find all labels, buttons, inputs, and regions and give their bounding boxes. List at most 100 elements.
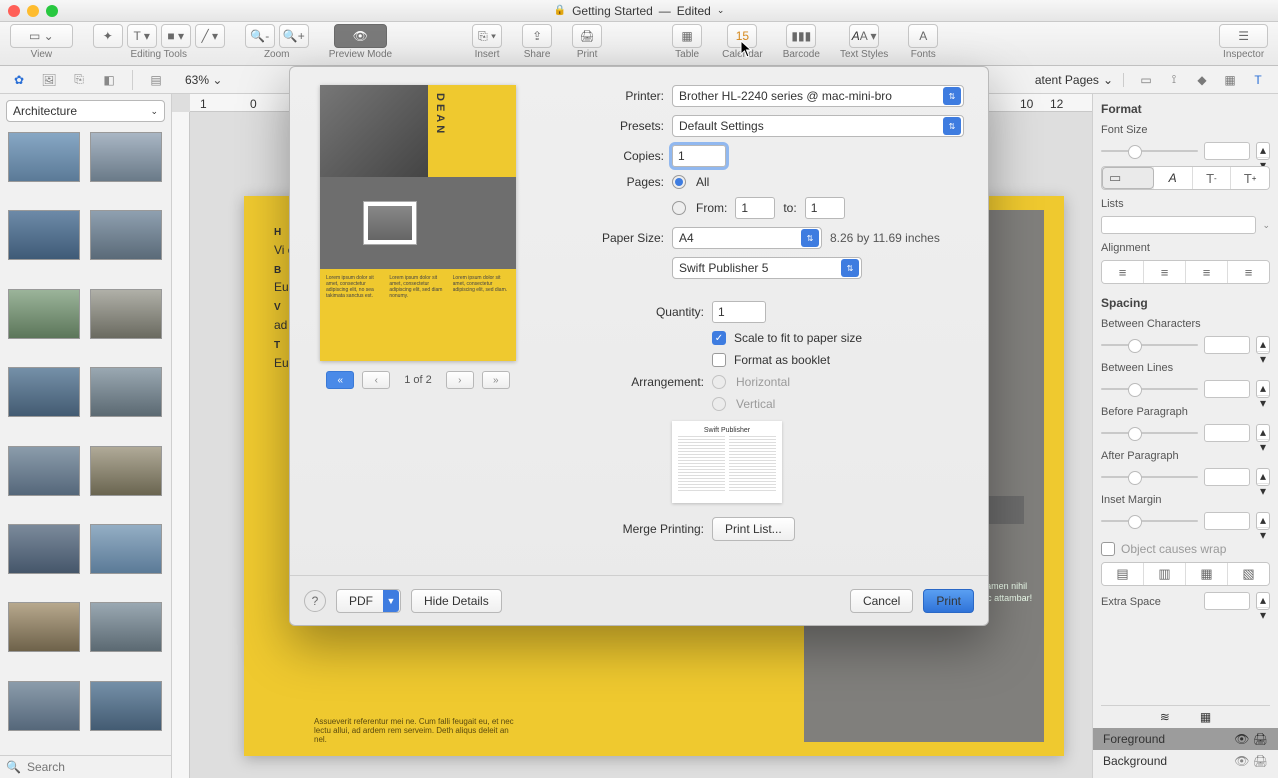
thumbnail-item[interactable] (90, 602, 162, 652)
smart-shapes-tab-icon[interactable]: ◧ (100, 71, 118, 89)
arr-vertical-radio[interactable] (712, 397, 726, 411)
after-para-field[interactable] (1204, 468, 1250, 486)
fonts-button[interactable]: A (908, 24, 938, 48)
after-para-stepper[interactable]: ▴▾ (1256, 468, 1270, 486)
preview-mode-button[interactable]: 👁 (334, 24, 387, 48)
zoom-out-button[interactable]: 🔍- (245, 24, 275, 48)
wrap-around-button[interactable]: ▥ (1144, 563, 1186, 585)
layers-tab-icon[interactable]: ≋ (1160, 710, 1170, 724)
thumbnail-item[interactable] (90, 210, 162, 260)
inset-margin-slider[interactable] (1101, 513, 1198, 529)
zoom-readout[interactable]: 63% ⌄ (185, 73, 222, 87)
before-para-field[interactable] (1204, 424, 1250, 442)
grid-tab-icon[interactable]: ▦ (1200, 710, 1211, 724)
align-center-button[interactable]: ≡ (1144, 261, 1186, 283)
pages-thumbnails-icon[interactable]: ▤ (147, 71, 165, 89)
inspector-tab-fill-icon[interactable]: ▦ (1218, 70, 1242, 90)
inset-margin-stepper[interactable]: ▴▾ (1256, 512, 1270, 530)
thumbnail-item[interactable] (8, 446, 80, 496)
thumbnail-item[interactable] (90, 132, 162, 182)
barcode-button[interactable]: ▮▮▮ (786, 24, 816, 48)
calendar-button[interactable]: 15 (727, 24, 757, 48)
merge-printlist-button[interactable]: Print List... (712, 517, 795, 541)
shape-tool-button[interactable]: ■ ▾ (161, 24, 191, 48)
align-left-button[interactable]: ≡ (1102, 261, 1144, 283)
papersize-select[interactable]: A4⇅ (672, 227, 822, 249)
thumbnail-item[interactable] (90, 446, 162, 496)
extra-space-stepper[interactable]: ▴▾ (1256, 592, 1270, 610)
arr-horizontal-radio[interactable] (712, 375, 726, 389)
thumbnail-item[interactable] (8, 132, 80, 182)
style-italic-button[interactable]: A (1154, 167, 1193, 189)
inspector-tab-geometry-icon[interactable]: ⟟ (1162, 70, 1186, 90)
close-window-button[interactable] (8, 5, 20, 17)
between-lines-field[interactable] (1204, 380, 1250, 398)
cliparts-tab-icon[interactable]: ✿ (10, 71, 28, 89)
inspector-tab-appearance-icon[interactable]: ◆ (1190, 70, 1214, 90)
view-button[interactable]: ▭ ⌄ (10, 24, 73, 48)
align-right-button[interactable]: ≡ (1186, 261, 1228, 283)
thumbnail-item[interactable] (90, 681, 162, 731)
wrap-right-button[interactable]: ▦ (1186, 563, 1228, 585)
wrap-left-button[interactable]: ▤ (1102, 563, 1144, 585)
foreground-layer-row[interactable]: Foreground 👁 🖨 (1093, 728, 1278, 750)
pdf-dropdown-button[interactable]: PDF▼ (336, 589, 401, 613)
printer-select[interactable]: Brother HL-2240 series @ mac-mini-bro⇅ (672, 85, 964, 107)
text-tool-button[interactable]: T ▾ (127, 24, 157, 48)
thumbnail-item[interactable] (8, 602, 80, 652)
thumbnail-item[interactable] (8, 289, 80, 339)
share-button[interactable]: ⇪ (522, 24, 552, 48)
presets-select[interactable]: Default Settings⇅ (672, 115, 964, 137)
zoom-in-button[interactable]: 🔍+ (279, 24, 309, 48)
print-button[interactable]: 🖨 (572, 24, 602, 48)
app-options-select[interactable]: Swift Publisher 5⇅ (672, 257, 862, 279)
scale-fit-checkbox[interactable]: ✓ (712, 331, 726, 345)
after-para-slider[interactable] (1101, 469, 1198, 485)
style-bigger-button[interactable]: T+ (1231, 167, 1269, 189)
thumbnail-item[interactable] (8, 681, 80, 731)
pages-from-input[interactable]: 1 (735, 197, 775, 219)
search-input[interactable] (27, 760, 182, 774)
booklet-checkbox[interactable] (712, 353, 726, 367)
pages-all-radio[interactable] (672, 175, 686, 189)
fontsize-stepper[interactable]: ▴▾ (1256, 142, 1270, 160)
thumbnail-item[interactable] (8, 367, 80, 417)
between-chars-field[interactable] (1204, 336, 1250, 354)
hide-details-button[interactable]: Hide Details (411, 589, 502, 613)
preview-last-button[interactable]: » (482, 371, 510, 389)
minimize-window-button[interactable] (27, 5, 39, 17)
preview-prev-button[interactable]: ‹ (362, 371, 390, 389)
thumbnail-item[interactable] (8, 210, 80, 260)
textstyles-button[interactable]: AA ▾ (849, 24, 879, 48)
between-lines-slider[interactable] (1101, 381, 1198, 397)
wrap-none-button[interactable]: ▧ (1228, 563, 1269, 585)
pages-to-input[interactable]: 1 (805, 197, 845, 219)
files-tab-icon[interactable]: ⎘ (70, 71, 88, 89)
help-button[interactable]: ? (304, 590, 326, 612)
inspector-tab-document-icon[interactable]: ▭ (1134, 70, 1158, 90)
preview-first-button[interactable]: « (326, 371, 354, 389)
before-para-slider[interactable] (1101, 425, 1198, 441)
preview-next-button[interactable]: › (446, 371, 474, 389)
insert-button[interactable]: ⎘ ▾ (472, 24, 502, 48)
content-pages-dropdown[interactable]: atent Pages⌄ (1035, 73, 1124, 87)
background-layer-row[interactable]: Background 👁 🖨 (1101, 750, 1270, 772)
copies-input[interactable]: 1 (672, 145, 726, 167)
between-chars-slider[interactable] (1101, 337, 1198, 353)
inspector-tab-text-icon[interactable]: T (1246, 70, 1270, 90)
cancel-button[interactable]: Cancel (850, 589, 913, 613)
inset-margin-field[interactable] (1204, 512, 1250, 530)
style-regular-button[interactable]: ▭ (1102, 167, 1154, 189)
category-select[interactable]: Architecture⌄ (6, 100, 165, 122)
before-para-stepper[interactable]: ▴▾ (1256, 424, 1270, 442)
object-wrap-checkbox[interactable] (1101, 542, 1115, 556)
fontsize-field[interactable] (1204, 142, 1250, 160)
fontsize-slider[interactable] (1101, 143, 1198, 159)
between-chars-stepper[interactable]: ▴▾ (1256, 336, 1270, 354)
quantity-input[interactable]: 1 (712, 301, 766, 323)
lists-select[interactable] (1101, 216, 1256, 234)
pages-range-radio[interactable] (672, 201, 686, 215)
style-smaller-button[interactable]: T- (1193, 167, 1232, 189)
thumbnail-item[interactable] (90, 367, 162, 417)
select-tool-button[interactable]: ✦ (93, 24, 123, 48)
